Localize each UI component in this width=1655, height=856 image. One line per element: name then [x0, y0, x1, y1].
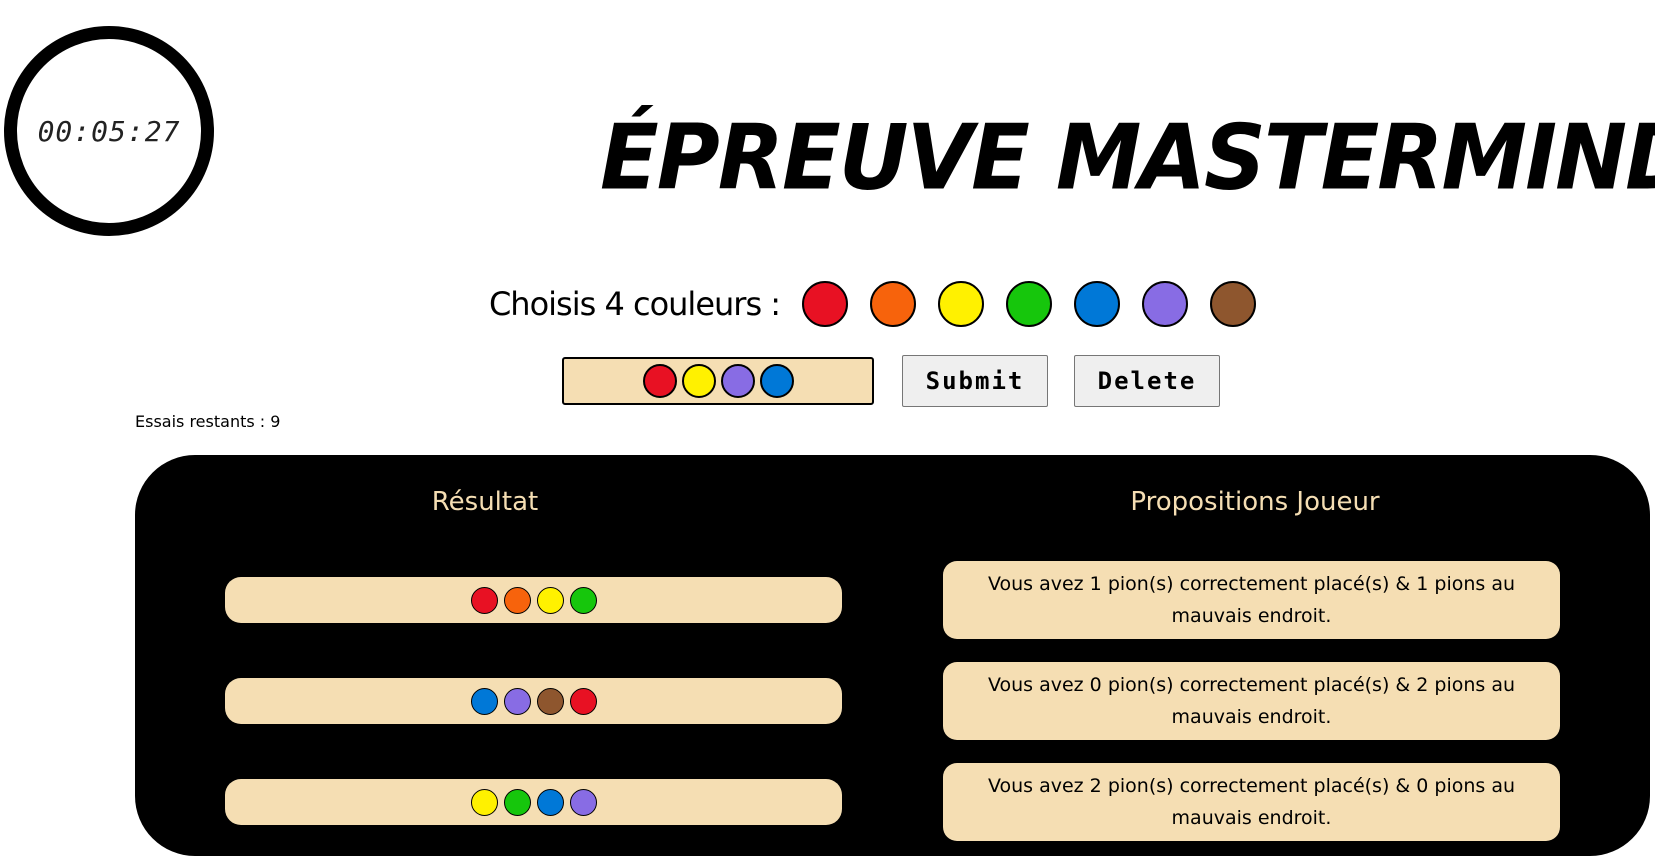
- result-header: Résultat: [431, 487, 539, 517]
- tries-remaining: Essais restants : 9: [135, 412, 281, 431]
- history-peg: [569, 687, 597, 715]
- page-title: ÉPREUVE MASTERMIND: [600, 105, 1655, 211]
- history-peg: [470, 788, 498, 816]
- history-peg: [470, 687, 498, 715]
- history-pegs-row: [225, 678, 842, 724]
- picker-label: Choisis 4 couleurs :: [488, 285, 781, 323]
- color-red-button[interactable]: [802, 281, 849, 327]
- history-peg: [503, 586, 531, 614]
- timer-text: 00:05:27: [37, 114, 181, 148]
- history-peg: [503, 788, 531, 816]
- history-peg: [536, 586, 564, 614]
- history-peg: [470, 586, 498, 614]
- color-green-button[interactable]: [1006, 281, 1053, 327]
- feedback-row: Vous avez 2 pion(s) correctement placé(s…: [943, 763, 1560, 841]
- color-purple-button[interactable]: [1142, 281, 1189, 327]
- guess-peg: [759, 364, 794, 398]
- feedback-row: Vous avez 0 pion(s) correctement placé(s…: [943, 662, 1560, 740]
- color-orange-button[interactable]: [870, 281, 917, 327]
- proposals-header: Propositions Joueur: [1130, 487, 1380, 517]
- history-peg: [569, 586, 597, 614]
- color-picker: Choisis 4 couleurs :: [0, 278, 1655, 330]
- history-peg: [569, 788, 597, 816]
- history-pegs-row: [225, 577, 842, 623]
- history-peg: [503, 687, 531, 715]
- guess-peg: [642, 364, 677, 398]
- current-guess: [562, 357, 874, 405]
- feedback-row: Vous avez 1 pion(s) correctement placé(s…: [943, 561, 1560, 639]
- color-blue-button[interactable]: [1074, 281, 1121, 327]
- timer: 00:05:27: [4, 26, 214, 236]
- history-peg: [536, 687, 564, 715]
- delete-button[interactable]: Delete: [1074, 355, 1220, 407]
- history-pegs-row: [225, 779, 842, 825]
- guess-peg: [681, 364, 716, 398]
- history-board: Résultat Propositions Joueur Vous avez 1…: [135, 455, 1650, 856]
- guess-peg: [720, 364, 755, 398]
- submit-button[interactable]: Submit: [902, 355, 1048, 407]
- color-yellow-button[interactable]: [938, 281, 985, 327]
- color-brown-button[interactable]: [1210, 281, 1257, 327]
- guess-controls: Submit Delete: [562, 355, 1220, 407]
- history-peg: [536, 788, 564, 816]
